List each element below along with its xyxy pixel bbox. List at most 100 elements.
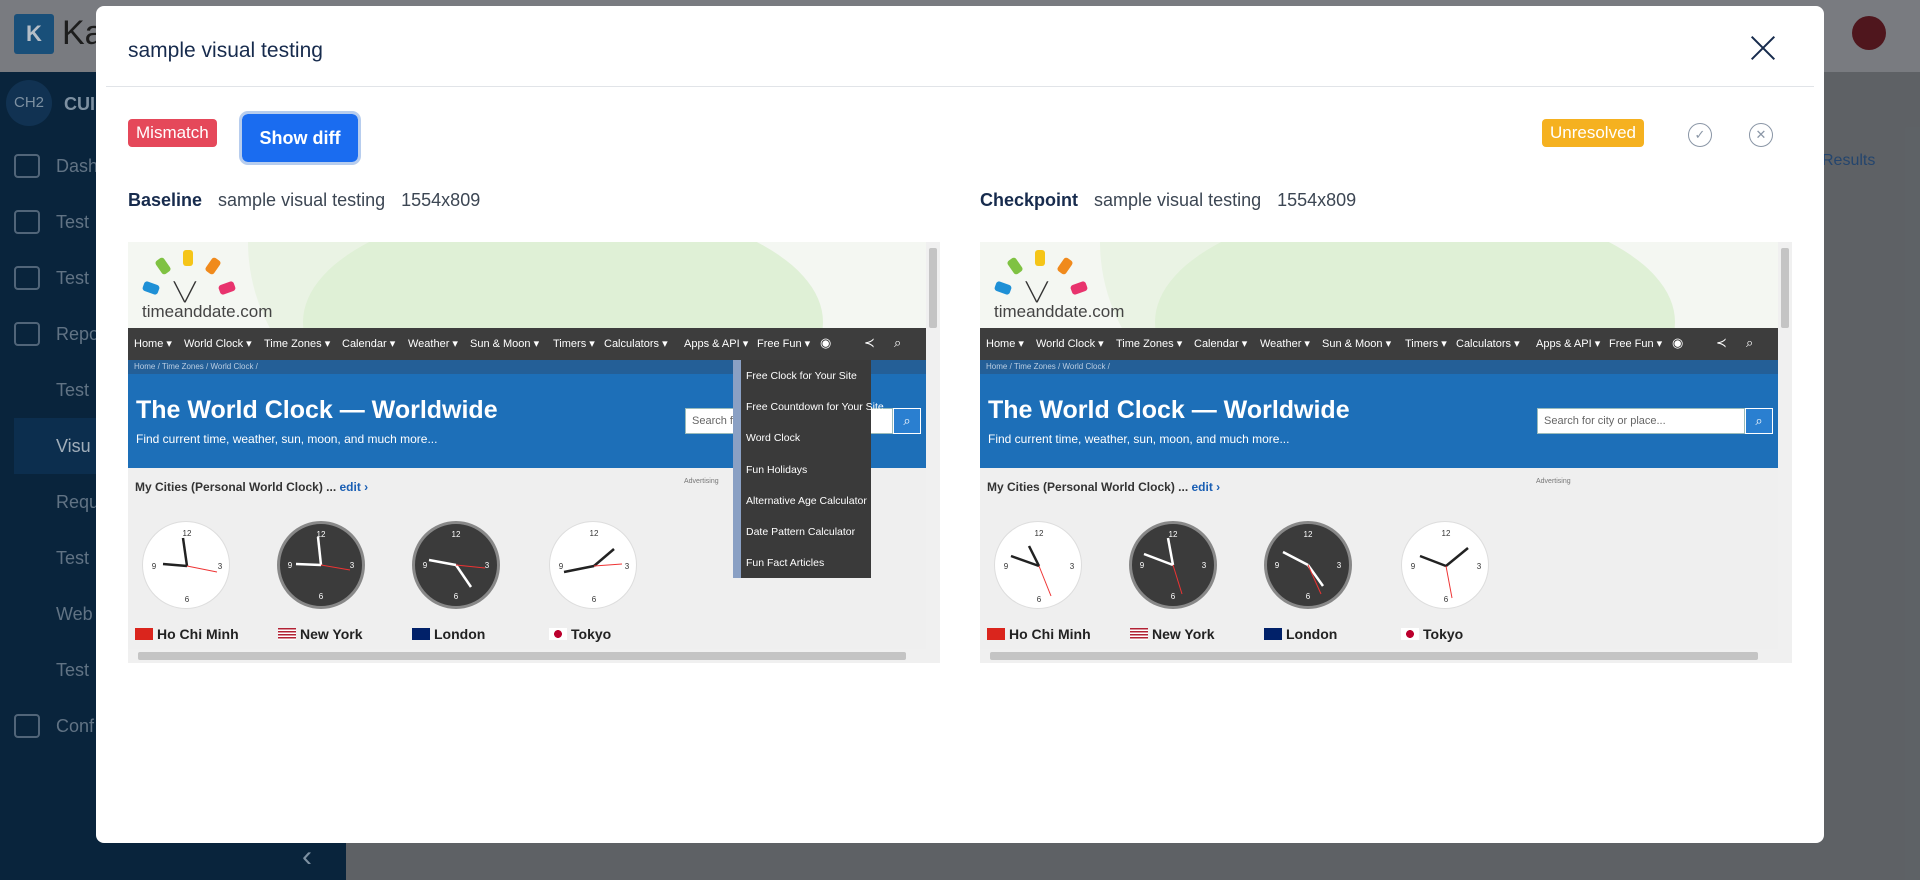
city-new-york[interactable]: New York xyxy=(278,626,363,642)
nav-time-zones[interactable]: Time Zones ▾ xyxy=(1116,337,1182,350)
comparison-dialog: sample visual testing Mismatch Show diff… xyxy=(96,6,1824,843)
japan-flag-icon xyxy=(1401,628,1419,640)
svg-text:6: 6 xyxy=(1171,592,1176,601)
checkpoint-label: Checkpoint xyxy=(980,190,1079,210)
nav-home[interactable]: Home ▾ xyxy=(986,337,1024,350)
edit-link[interactable]: edit › xyxy=(1192,480,1221,494)
account-icon[interactable]: ◉ xyxy=(820,335,831,351)
my-cities-heading: My Cities (Personal World Clock) ... edi… xyxy=(987,480,1221,494)
share-icon[interactable]: ≺ xyxy=(864,335,875,351)
checkpoint-screenshot[interactable]: ╲╱ timeanddate.com Home ▾ World Clock ▾ … xyxy=(980,242,1792,663)
page-title: The World Clock — Worldwide xyxy=(988,396,1350,424)
vietnam-flag-icon xyxy=(987,628,1005,640)
logo-icon: ╲╱ xyxy=(174,282,196,302)
nav-weather[interactable]: Weather ▾ xyxy=(408,337,458,350)
svg-text:12: 12 xyxy=(452,530,461,539)
search-input[interactable]: Search for city or place... xyxy=(1537,408,1745,434)
close-icon[interactable] xyxy=(1748,32,1778,62)
svg-text:3: 3 xyxy=(625,562,630,571)
mismatch-badge: Mismatch xyxy=(128,119,217,147)
dialog-title: sample visual testing xyxy=(128,39,323,62)
clock-ho-chi-minh: 12 3 6 9 xyxy=(142,521,230,609)
show-diff-button[interactable]: Show diff xyxy=(239,111,361,165)
clock-london: 12 3 6 9 xyxy=(412,521,500,609)
nav-apps-api[interactable]: Apps & API ▾ xyxy=(684,337,748,350)
svg-text:9: 9 xyxy=(1275,561,1280,570)
svg-text:3: 3 xyxy=(485,561,490,570)
vertical-scroll-thumb[interactable] xyxy=(1781,248,1789,328)
dropdown-item[interactable]: Alternative Age Calculator xyxy=(746,495,867,507)
nav-home[interactable]: Home ▾ xyxy=(134,337,172,350)
nav-timers[interactable]: Timers ▾ xyxy=(1405,337,1447,350)
baseline-name: sample visual testing xyxy=(218,190,386,210)
reject-icon[interactable]: ✕ xyxy=(1749,123,1773,147)
svg-text:3: 3 xyxy=(218,562,223,571)
search-button[interactable]: ⌕ xyxy=(893,408,921,434)
svg-text:12: 12 xyxy=(183,529,192,538)
dropdown-item[interactable]: Fun Holidays xyxy=(746,464,807,476)
site-logo[interactable]: timeanddate.com xyxy=(142,302,272,322)
svg-text:3: 3 xyxy=(1070,562,1075,571)
dropdown-item[interactable]: Fun Fact Articles xyxy=(746,557,824,569)
dropdown-item[interactable]: Free Countdown for Your Site xyxy=(746,401,884,413)
city-ho-chi-minh[interactable]: Ho Chi Minh xyxy=(135,626,239,642)
svg-text:6: 6 xyxy=(185,595,190,604)
clock-tokyo: 12 3 6 9 xyxy=(1401,521,1489,609)
horizontal-scroll-thumb[interactable] xyxy=(138,652,906,660)
city-london[interactable]: London xyxy=(1264,626,1337,642)
account-icon[interactable]: ◉ xyxy=(1672,335,1683,351)
nav-calendar[interactable]: Calendar ▾ xyxy=(1194,337,1247,350)
japan-flag-icon xyxy=(549,628,567,640)
horizontal-scroll-thumb[interactable] xyxy=(990,652,1758,660)
baseline-size: 1554x809 xyxy=(401,190,481,210)
share-icon[interactable]: ≺ xyxy=(1716,335,1727,351)
nav-calculators[interactable]: Calculators ▾ xyxy=(604,337,668,350)
city-tokyo[interactable]: Tokyo xyxy=(549,626,611,642)
nav-free-fun[interactable]: Free Fun ▾ xyxy=(1609,337,1662,350)
search-icon[interactable]: ⌕ xyxy=(894,335,901,351)
svg-text:9: 9 xyxy=(1004,562,1009,571)
checkpoint-name: sample visual testing xyxy=(1094,190,1262,210)
svg-text:6: 6 xyxy=(1444,595,1449,604)
nav-world-clock[interactable]: World Clock ▾ xyxy=(1036,337,1104,350)
svg-text:12: 12 xyxy=(1304,530,1313,539)
nav-sun-moon[interactable]: Sun & Moon ▾ xyxy=(1322,337,1391,350)
svg-text:9: 9 xyxy=(1411,562,1416,571)
divider xyxy=(106,86,1814,87)
dropdown-item[interactable]: Date Pattern Calculator xyxy=(746,526,855,538)
nav-sun-moon[interactable]: Sun & Moon ▾ xyxy=(470,337,539,350)
site-nav: Home ▾ World Clock ▾ Time Zones ▾ Calend… xyxy=(980,328,1778,360)
page-title: The World Clock — Worldwide xyxy=(136,396,498,424)
nav-free-fun[interactable]: Free Fun ▾ xyxy=(757,337,810,350)
search-button[interactable]: ⌕ xyxy=(1745,408,1773,434)
page-subtitle: Find current time, weather, sun, moon, a… xyxy=(988,432,1290,446)
nav-weather[interactable]: Weather ▾ xyxy=(1260,337,1310,350)
nav-calculators[interactable]: Calculators ▾ xyxy=(1456,337,1520,350)
nav-world-clock[interactable]: World Clock ▾ xyxy=(184,337,252,350)
edit-link[interactable]: edit › xyxy=(340,480,369,494)
nav-apps-api[interactable]: Apps & API ▾ xyxy=(1536,337,1600,350)
search-icon[interactable]: ⌕ xyxy=(1746,335,1753,351)
checkpoint-header: Checkpoint sample visual testing 1554x809 xyxy=(980,190,1372,211)
city-new-york[interactable]: New York xyxy=(1130,626,1215,642)
uk-flag-icon xyxy=(1264,628,1282,640)
baseline-screenshot[interactable]: ╲╱ timeanddate.com Home ▾ World Clock ▾ … xyxy=(128,242,940,663)
city-ho-chi-minh[interactable]: Ho Chi Minh xyxy=(987,626,1091,642)
dropdown-item[interactable]: Free Clock for Your Site xyxy=(746,370,857,382)
svg-text:6: 6 xyxy=(592,595,597,604)
svg-text:12: 12 xyxy=(1169,530,1178,539)
usa-flag-icon xyxy=(278,628,296,640)
city-tokyo[interactable]: Tokyo xyxy=(1401,626,1463,642)
nav-time-zones[interactable]: Time Zones ▾ xyxy=(264,337,330,350)
city-london[interactable]: London xyxy=(412,626,485,642)
clock-ho-chi-minh: 12 3 6 9 xyxy=(994,521,1082,609)
dropdown-item[interactable]: Word Clock xyxy=(746,432,800,444)
svg-text:12: 12 xyxy=(590,529,599,538)
svg-text:3: 3 xyxy=(1477,562,1482,571)
baseline-header: Baseline sample visual testing 1554x809 xyxy=(128,190,496,211)
site-logo[interactable]: timeanddate.com xyxy=(994,302,1124,322)
nav-calendar[interactable]: Calendar ▾ xyxy=(342,337,395,350)
approve-icon[interactable]: ✓ xyxy=(1688,123,1712,147)
nav-timers[interactable]: Timers ▾ xyxy=(553,337,595,350)
vertical-scroll-thumb[interactable] xyxy=(929,248,937,328)
